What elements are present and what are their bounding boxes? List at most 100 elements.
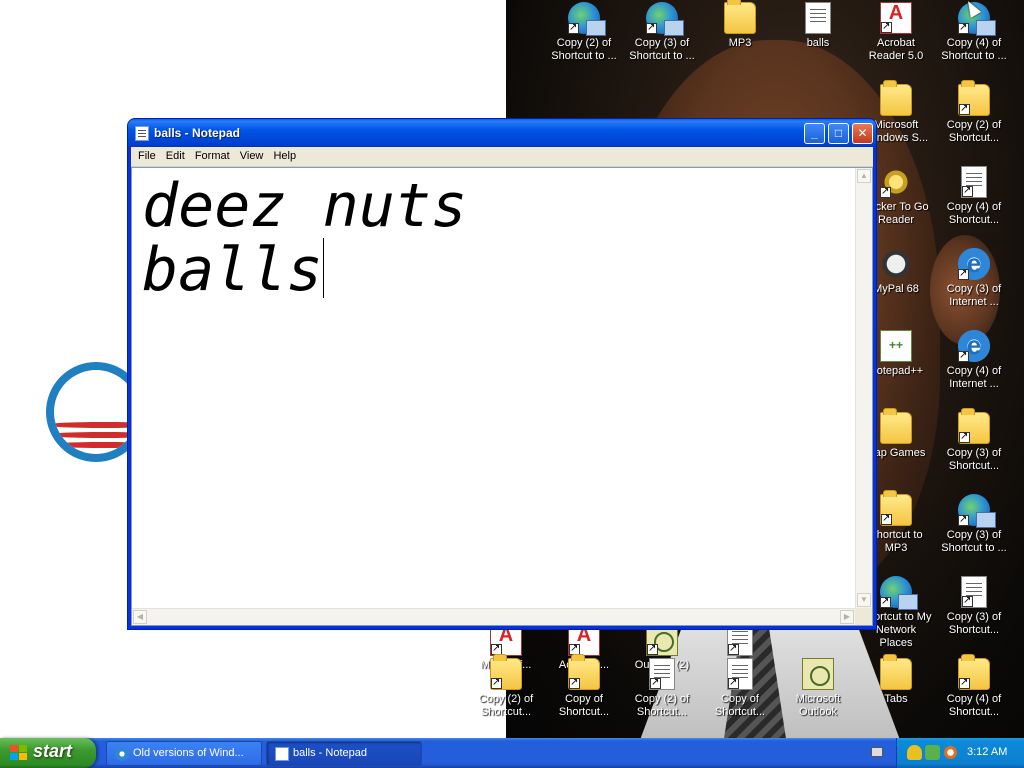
- desktop-icon[interactable]: Copy (3) of Internet ...: [936, 248, 1012, 309]
- desktop-icon[interactable]: Copy (3) of Shortcut...: [936, 408, 1012, 473]
- shortcut-arrow-icon: [958, 267, 969, 280]
- network-places-icon: [958, 494, 996, 528]
- network-places-icon: [568, 2, 606, 36]
- taskbar-button-browser[interactable]: Old versions of Wind...: [106, 741, 262, 766]
- notepad-icon[interactable]: [135, 126, 149, 141]
- folder-icon: [568, 654, 600, 690]
- shortcut-arrow-icon: [959, 102, 970, 115]
- desktop-icon[interactable]: Copy (2) of Shortcut...: [624, 658, 700, 719]
- notepad-window[interactable]: balls - Notepad _ □ ✕ File Edit Format V…: [127, 118, 877, 630]
- menu-file[interactable]: File: [131, 147, 156, 162]
- text-editor[interactable]: deez nuts balls ▲ ▼ ◀ ▶: [131, 167, 873, 626]
- vertical-scrollbar[interactable]: ▲ ▼: [855, 168, 872, 608]
- clock[interactable]: 3:12 AM: [967, 746, 1007, 758]
- folder-icon: [880, 80, 912, 116]
- desktop-icon[interactable]: Copy (4) of Shortcut...: [936, 654, 1012, 719]
- window-title: balls - Notepad: [154, 126, 241, 140]
- network-icon[interactable]: [925, 745, 940, 760]
- horizontal-scrollbar[interactable]: ◀ ▶: [132, 608, 855, 625]
- desktop-icon-label: MP3: [728, 37, 752, 49]
- shortcut-arrow-icon: [647, 642, 658, 655]
- title-bar[interactable]: balls - Notepad _ □ ✕: [128, 119, 876, 147]
- desktop-icon[interactable]: Copy of Shortcut...: [546, 654, 622, 719]
- close-icon: ✕: [857, 126, 868, 140]
- desktop-icon[interactable]: balls: [780, 2, 856, 50]
- desktop-icon[interactable]: Copy (4) of Shortcut...: [936, 166, 1012, 227]
- keyboard-icon[interactable]: [871, 747, 883, 757]
- text-document-icon: [805, 2, 831, 34]
- desktop-icon[interactable]: Copy (2) of Shortcut to ...: [546, 2, 622, 63]
- desktop-icon[interactable]: Microsoft Outlook: [780, 658, 856, 719]
- scroll-down-arrow-icon[interactable]: ▼: [857, 593, 871, 607]
- desktop-icon-label: Copy (4) of Shortcut...: [946, 693, 1002, 718]
- document-text[interactable]: deez nuts balls: [142, 174, 852, 302]
- desktop-icon-label: Copy (3) of Shortcut...: [946, 611, 1002, 636]
- maximize-button[interactable]: □: [828, 123, 849, 144]
- desktop-icon[interactable]: Copy (4) of Internet ...: [936, 330, 1012, 391]
- shortcut-arrow-icon: [958, 513, 969, 526]
- text-document-icon: [961, 576, 987, 608]
- mascot-icon: [880, 248, 912, 280]
- menu-view[interactable]: View: [233, 147, 264, 162]
- text-line: deez nuts: [142, 171, 468, 241]
- start-button[interactable]: start: [0, 738, 96, 768]
- desktop-icon-label: Tabs: [884, 693, 908, 705]
- shortcut-arrow-icon: [728, 642, 739, 655]
- desktop-icon-label: Copy (3) of Shortcut to ...: [629, 37, 695, 62]
- folder-icon: [958, 654, 990, 690]
- start-label: start: [33, 741, 73, 761]
- folder-icon: [880, 408, 912, 444]
- scroll-up-arrow-icon[interactable]: ▲: [857, 169, 871, 183]
- desktop-icon-label: Copy (4) of Shortcut...: [946, 201, 1002, 226]
- close-button[interactable]: ✕: [852, 123, 873, 144]
- desktop-icon-label: Copy (2) of Shortcut...: [634, 693, 690, 718]
- outlook-icon: [802, 658, 834, 690]
- taskbar-button-notepad[interactable]: balls - Notepad: [266, 741, 422, 766]
- security-shield-icon[interactable]: [907, 745, 922, 760]
- desktop-icon[interactable]: MP3: [702, 0, 778, 50]
- system-tray: 3:12 AM: [896, 738, 1024, 768]
- maximize-icon: □: [834, 126, 843, 140]
- menu-edit[interactable]: Edit: [159, 147, 185, 162]
- windows-logo-icon: [10, 745, 28, 761]
- text-document-icon: [727, 658, 753, 690]
- resize-grip[interactable]: [855, 608, 872, 625]
- desktop-icon[interactable]: Copy (2) of Shortcut...: [468, 654, 544, 719]
- desktop-icon[interactable]: Copy (3) of Shortcut...: [936, 576, 1012, 637]
- minimize-icon: _: [811, 126, 818, 140]
- text-document-icon: [961, 166, 987, 198]
- desktop-icon-label: Copy of Shortcut...: [714, 693, 766, 718]
- folder-icon: [958, 80, 990, 116]
- folder-icon: [958, 408, 990, 444]
- desktop-icon-label: Copy (4) of Internet ...: [946, 365, 1002, 390]
- internet-explorer-icon: [958, 248, 990, 280]
- desktop-icon[interactable]: Acrobat Reader 5.0: [858, 2, 934, 63]
- desktop-icon[interactable]: Copy (2) of Shortcut...: [936, 80, 1012, 145]
- taskbar-button-label: balls - Notepad: [293, 747, 367, 759]
- shortcut-arrow-icon: [958, 21, 969, 34]
- network-places-icon: [646, 2, 684, 36]
- desktop-icon[interactable]: Copy (3) of Shortcut to ...: [936, 494, 1012, 555]
- shortcut-arrow-icon: [650, 676, 661, 689]
- desktop-icon-label: Copy (2) of Shortcut to ...: [551, 37, 617, 62]
- desktop-icon-label: Copy (2) of Shortcut...: [946, 119, 1002, 144]
- folder-icon: [880, 490, 912, 526]
- desktop-icon[interactable]: Copy (3) of Shortcut to ...: [624, 2, 700, 63]
- scroll-left-arrow-icon[interactable]: ◀: [133, 610, 147, 624]
- desktop-icon[interactable]: Copy of Shortcut...: [702, 658, 778, 719]
- desktop-icon-label: Copy of Shortcut...: [558, 693, 610, 718]
- menu-format[interactable]: Format: [188, 147, 230, 162]
- minimize-button[interactable]: _: [804, 123, 825, 144]
- folder-icon: [724, 0, 756, 34]
- search-icon[interactable]: [943, 745, 958, 760]
- menu-help[interactable]: Help: [266, 147, 296, 162]
- desktop-icon-label: Copy (4) of Shortcut to ...: [941, 37, 1007, 62]
- internet-explorer-icon: [115, 747, 129, 761]
- star-icon: [880, 166, 912, 198]
- text-document-icon: [649, 658, 675, 690]
- scroll-right-arrow-icon[interactable]: ▶: [840, 610, 854, 624]
- shortcut-arrow-icon: [569, 676, 580, 689]
- shortcut-arrow-icon: [568, 21, 579, 34]
- internet-explorer-icon: [958, 330, 990, 362]
- desktop-icon[interactable]: Tabs: [858, 654, 934, 706]
